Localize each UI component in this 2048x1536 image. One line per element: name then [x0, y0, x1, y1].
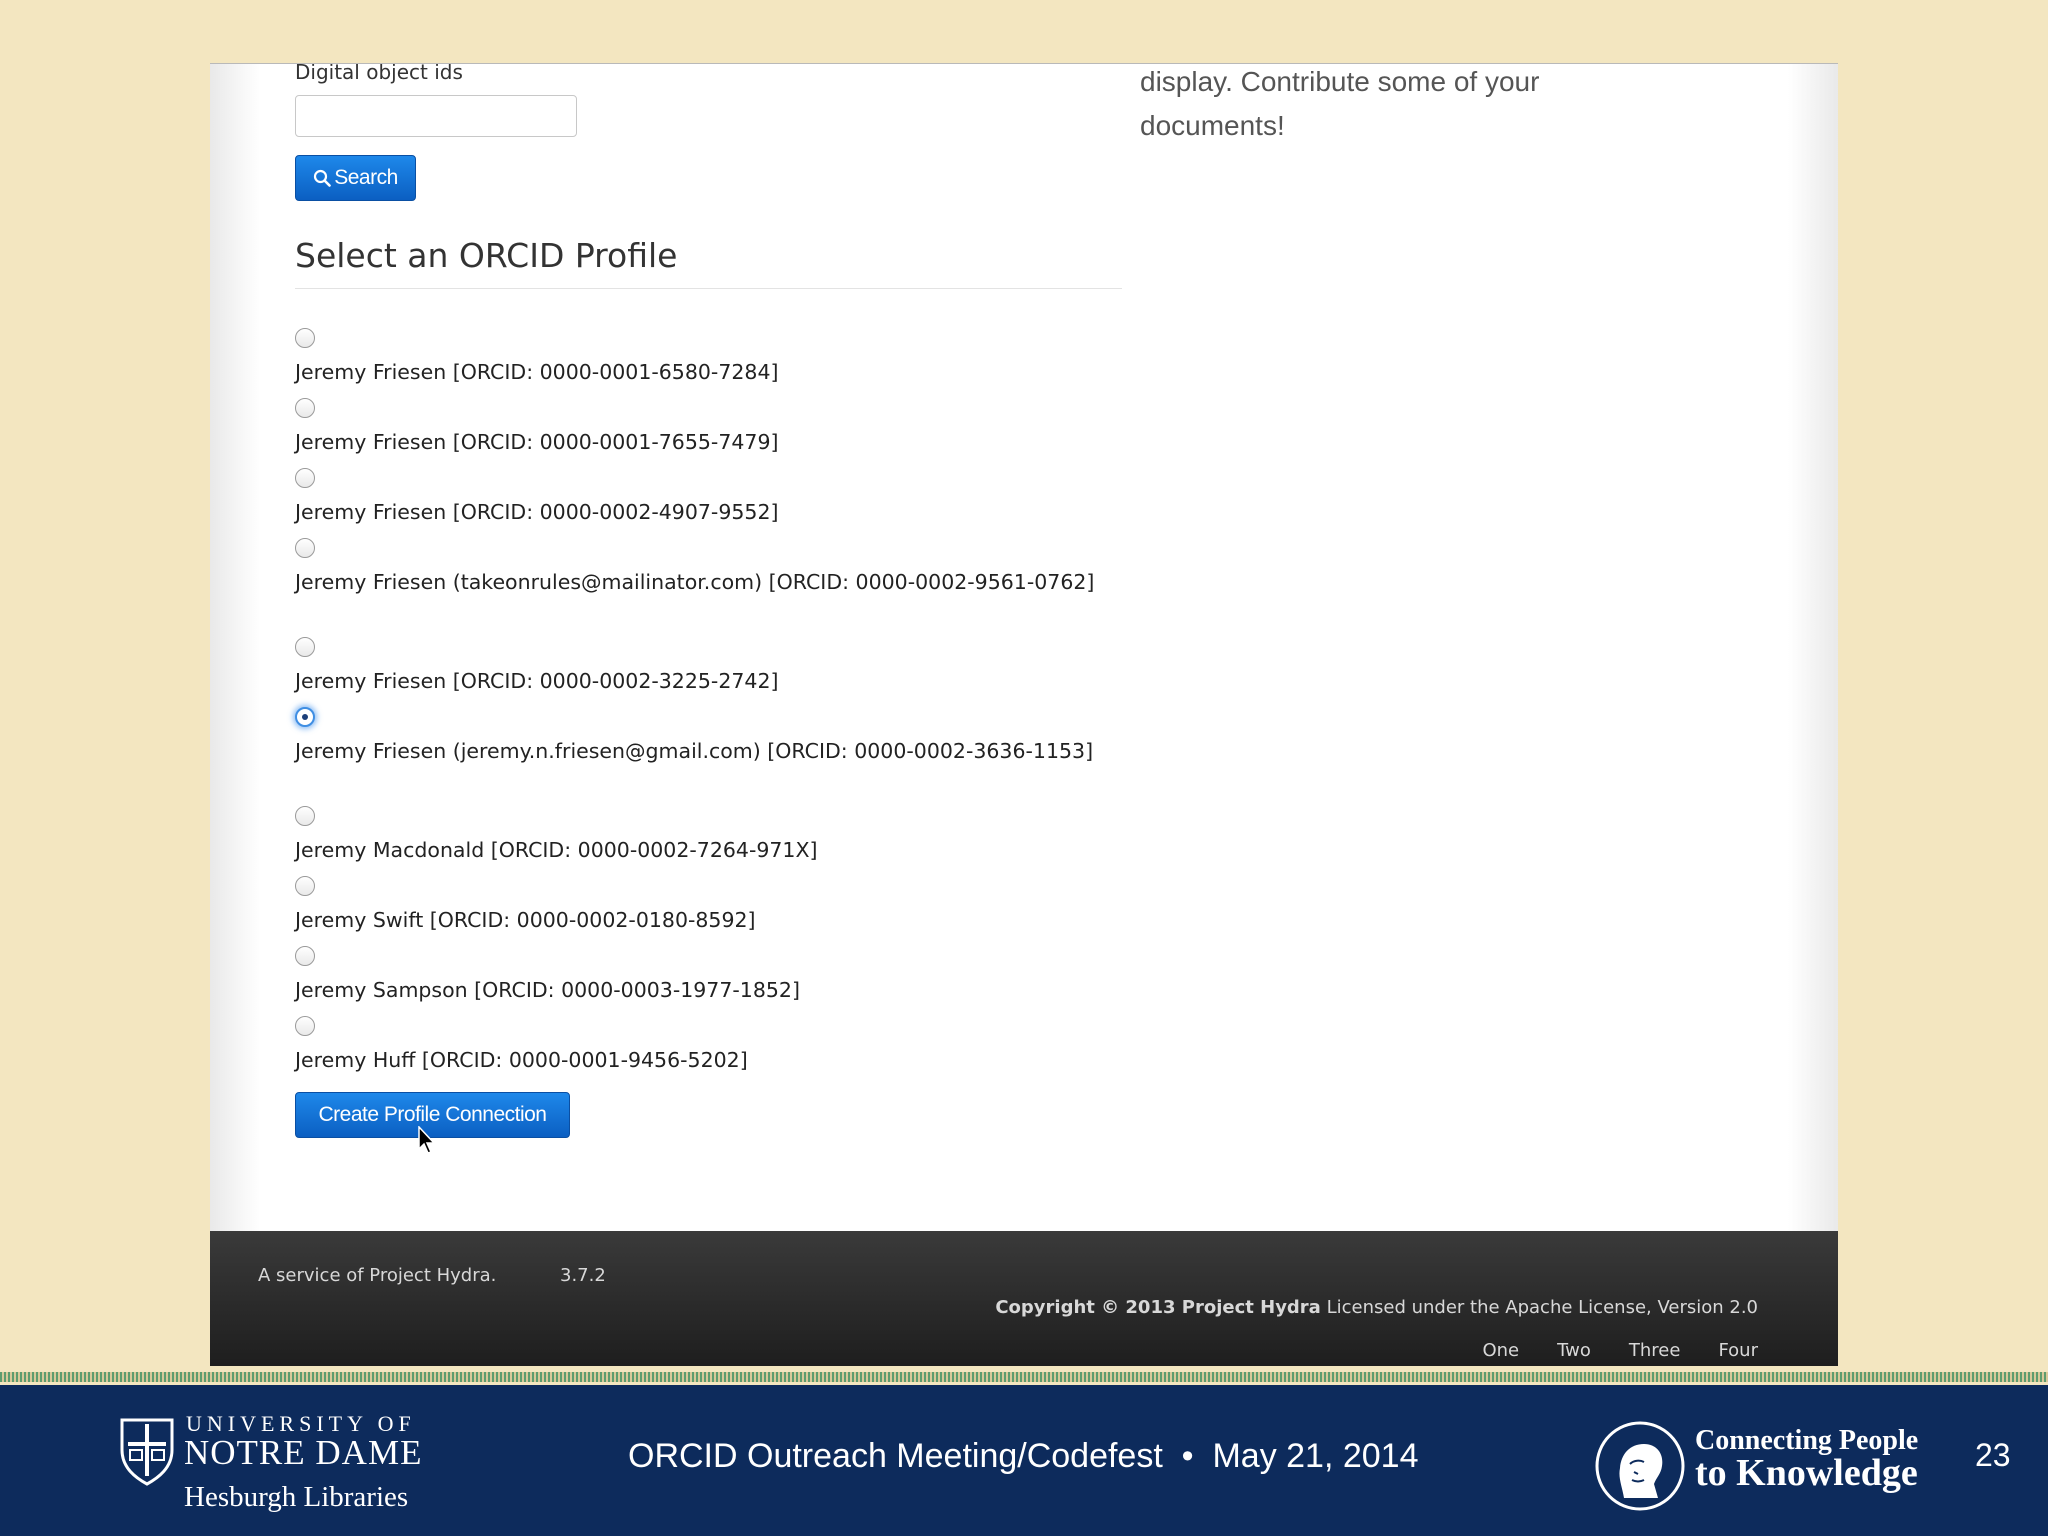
- footer-version: 3.7.2: [560, 1265, 606, 1286]
- profile-label-4[interactable]: Jeremy Friesen (takeonrules@mailinator.c…: [295, 568, 1125, 597]
- title-divider: [295, 288, 1122, 289]
- profile-label-7[interactable]: Jeremy Macdonald [ORCID: 0000-0002-7264-…: [295, 836, 1125, 865]
- footer-link-two[interactable]: Two: [1557, 1340, 1591, 1361]
- site-footer: A service of Project Hydra. 3.7.2 Copyri…: [210, 1231, 1838, 1366]
- footer-copyright-owner: Copyright © 2013 Project Hydra: [995, 1297, 1321, 1318]
- profile-radio-3[interactable]: [295, 468, 315, 488]
- profile-radio-8[interactable]: [295, 876, 315, 896]
- footer-service-text: A service of Project Hydra.: [258, 1265, 497, 1286]
- tagline: Connecting People to Knowledge: [1695, 1425, 1918, 1494]
- profile-label-10[interactable]: Jeremy Huff [ORCID: 0000-0001-9456-5202]: [295, 1046, 1125, 1075]
- library-name: Hesburgh Libraries: [184, 1481, 409, 1513]
- create-button-label: Create Profile Connection: [318, 1103, 547, 1126]
- sidebar-message: display. Contribute some of your documen…: [1140, 66, 1540, 141]
- profile-radio-4[interactable]: [295, 538, 315, 558]
- profile-radio-1[interactable]: [295, 328, 315, 348]
- hesburgh-portrait-logo-icon: [1595, 1421, 1685, 1511]
- profile-label-8[interactable]: Jeremy Swift [ORCID: 0000-0002-0180-8592…: [295, 906, 1125, 935]
- search-button[interactable]: Search: [295, 155, 416, 201]
- university-name: NOTRE DAME: [184, 1433, 423, 1472]
- profile-radio-5[interactable]: [295, 637, 315, 657]
- footer-link-one[interactable]: One: [1482, 1340, 1519, 1361]
- footer-link-three[interactable]: Three: [1629, 1340, 1681, 1361]
- footer-links: One Two Three Four: [1482, 1340, 1758, 1361]
- tagline-line-2: to Knowledge: [1695, 1452, 1918, 1494]
- profile-radio-10[interactable]: [295, 1016, 315, 1036]
- section-title: Select an ORCID Profile: [295, 236, 678, 275]
- footer-license: Licensed under the Apache License, Versi…: [1326, 1297, 1758, 1318]
- meeting-title: ORCID Outreach Meeting/Codefest • May 21…: [628, 1437, 1419, 1475]
- footer-copyright: Copyright © 2013 Project Hydra Licensed …: [995, 1297, 1758, 1318]
- slide-divider: [0, 1372, 2048, 1382]
- profile-label-1[interactable]: Jeremy Friesen [ORCID: 0000-0001-6580-72…: [295, 358, 1125, 387]
- profile-label-9[interactable]: Jeremy Sampson [ORCID: 0000-0003-1977-18…: [295, 976, 1125, 1005]
- profile-label-3[interactable]: Jeremy Friesen [ORCID: 0000-0002-4907-95…: [295, 498, 1125, 527]
- mouse-cursor-icon: [418, 1126, 436, 1154]
- app-screenshot: Digital object ids Search display. Contr…: [210, 63, 1838, 1366]
- profile-label-5[interactable]: Jeremy Friesen [ORCID: 0000-0002-3225-27…: [295, 667, 1125, 696]
- slide-footer-banner: UNIVERSITY OF NOTRE DAME Hesburgh Librar…: [0, 1385, 2048, 1536]
- notre-dame-crest-icon: [120, 1418, 174, 1486]
- digital-object-ids-input[interactable]: [295, 95, 577, 137]
- profile-radio-7[interactable]: [295, 806, 315, 826]
- profile-radio-9[interactable]: [295, 946, 315, 966]
- digital-object-ids-label: Digital object ids: [295, 63, 463, 84]
- slide-number: 23: [1975, 1437, 2011, 1473]
- profile-radio-2[interactable]: [295, 398, 315, 418]
- footer-link-four[interactable]: Four: [1718, 1340, 1758, 1361]
- profile-label-6[interactable]: Jeremy Friesen (jeremy.n.friesen@gmail.c…: [295, 737, 1125, 766]
- profile-label-2[interactable]: Jeremy Friesen [ORCID: 0000-0001-7655-74…: [295, 428, 1125, 457]
- search-icon: [314, 169, 332, 187]
- profile-radio-6[interactable]: [295, 707, 315, 727]
- search-button-label: Search: [334, 166, 398, 189]
